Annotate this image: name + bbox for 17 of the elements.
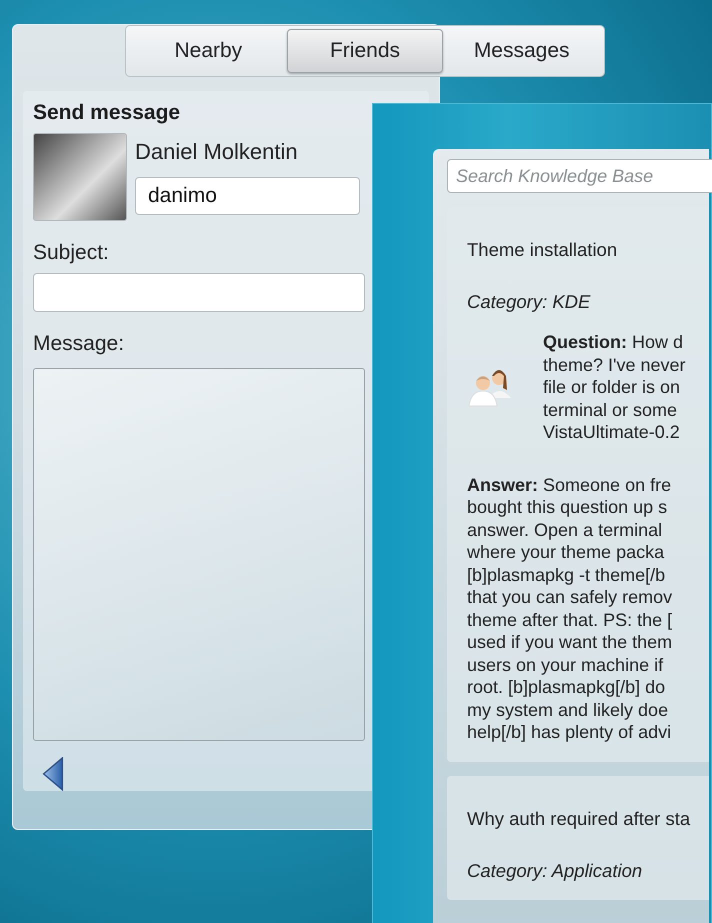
message-label: Message: [33, 332, 124, 356]
tab[interactable]: Friends [286, 29, 444, 73]
subject-label: Subject: [33, 241, 109, 265]
subject-field[interactable] [33, 273, 365, 312]
contact-name: Daniel Molkentin [135, 139, 298, 165]
answer-text: Answer: Someone on fre bought this question up s answer. Open a terminal where your theme packa [b]plasmapkg -t theme[/b that you can safely remov theme after that. PS: the [ used if you want the them users on your machine if root. [b]plasmapkg[/b] do my system and likely doe help[/b] has plenty of advi [467, 474, 672, 744]
message-field[interactable] [33, 368, 365, 742]
entry-category: Category: Application [467, 860, 642, 882]
question-text: Question: How d theme? I've never file or folder is on terminal or some VistaUltimate-0.2 [543, 331, 686, 444]
username-field[interactable]: danimo [135, 177, 360, 215]
back-arrow-icon[interactable] [41, 757, 65, 791]
entry-title: Why auth required after sta [467, 808, 690, 830]
entry-title: Theme installation [467, 239, 618, 261]
panel-title: Send message [33, 101, 180, 125]
entry-category: Category: KDE [467, 291, 590, 313]
tab[interactable]: Messages [443, 29, 600, 73]
tab[interactable]: Nearby [130, 29, 287, 73]
